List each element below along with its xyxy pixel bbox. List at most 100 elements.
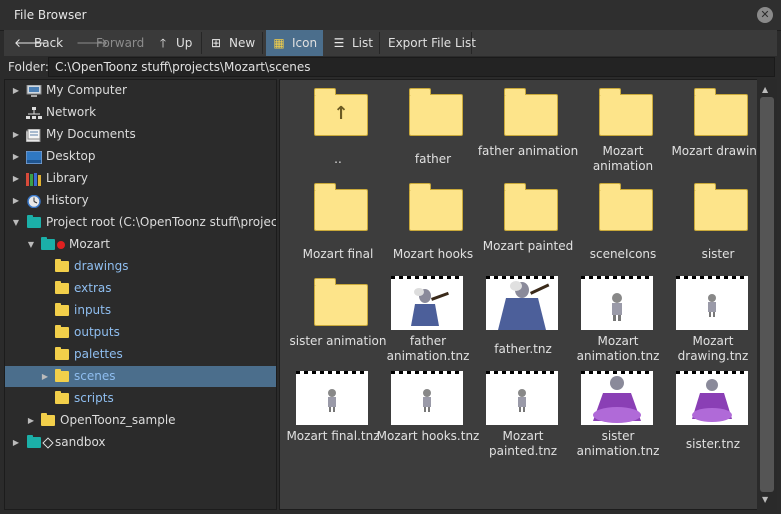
- tree-item-sandbox[interactable]: ▶ sandbox: [5, 432, 276, 453]
- expand-arrow-icon[interactable]: ▶: [11, 432, 21, 453]
- list-icon: ☰: [333, 36, 345, 50]
- folder-icon: [314, 183, 368, 231]
- item-scene-file[interactable]: father.tnz: [469, 272, 564, 367]
- folder-icon: [599, 88, 653, 136]
- tree-item-project-root[interactable]: ▼ Project root (C:\OpenToonz stuff\proje…: [5, 212, 276, 233]
- network-icon: [26, 106, 42, 119]
- tree-item-my-computer[interactable]: ▶ My Computer: [5, 80, 276, 101]
- tree-item-my-documents[interactable]: ▶ My Documents: [5, 124, 276, 145]
- film-strip-icon: [676, 371, 748, 374]
- close-icon[interactable]: ✕: [757, 7, 773, 23]
- scrollbar-thumb[interactable]: [760, 97, 774, 492]
- desktop-icon: [25, 150, 43, 165]
- item-folder[interactable]: father: [381, 82, 476, 177]
- scene-thumbnail: [486, 276, 558, 330]
- library-icon: [26, 172, 42, 186]
- scene-thumbnail: [581, 276, 653, 330]
- computer-icon: [26, 84, 42, 97]
- item-folder[interactable]: sister animation: [286, 272, 387, 367]
- item-scene-file[interactable]: sister animation.tnz: [564, 367, 659, 462]
- scene-thumbnail: [676, 371, 748, 425]
- item-folder[interactable]: father animation: [476, 82, 578, 177]
- item-scene-file[interactable]: sister.tnz: [659, 367, 754, 462]
- folder-icon: [55, 391, 69, 404]
- tree-item-extras[interactable]: extras: [5, 278, 276, 299]
- folder-icon: [55, 369, 69, 382]
- film-strip-icon: [581, 371, 653, 374]
- scroll-down-icon[interactable]: ▼: [762, 495, 768, 504]
- item-scene-file[interactable]: Mozart painted.tnz: [469, 367, 564, 462]
- folder-up-icon: ↑: [314, 88, 368, 136]
- toolbar-separator: [379, 32, 380, 54]
- icon-view-button[interactable]: ▦ Icon: [266, 30, 324, 56]
- item-folder[interactable]: Mozart final: [286, 177, 381, 272]
- tree-item-outputs[interactable]: outputs: [5, 322, 276, 343]
- folder-label: Folder:: [8, 60, 49, 74]
- folder-path-field[interactable]: C:\OpenToonz stuff\projects\Mozart\scene…: [48, 57, 775, 77]
- film-strip-icon: [296, 371, 368, 374]
- film-strip-icon: [391, 276, 463, 279]
- scroll-up-icon[interactable]: ▲: [762, 85, 768, 94]
- item-folder[interactable]: sceneIcons: [571, 177, 666, 272]
- up-button[interactable]: 🡑 Up: [156, 30, 193, 56]
- tree-item-desktop[interactable]: ▶ Desktop: [5, 146, 276, 167]
- folder-icon: [55, 303, 69, 316]
- list-view-button[interactable]: ☰ List: [332, 30, 373, 56]
- film-strip-icon: [676, 276, 748, 279]
- back-button[interactable]: 🡐Back: [14, 30, 63, 56]
- toolbar-separator: [262, 32, 263, 54]
- tree-item-drawings[interactable]: drawings: [5, 256, 276, 277]
- tree-item-mozart[interactable]: ▼ Mozart: [5, 234, 276, 255]
- expand-arrow-icon[interactable]: ▶: [11, 124, 21, 145]
- project-folder-icon: [27, 435, 41, 448]
- folder-icon: [409, 183, 463, 231]
- forward-button[interactable]: 🡒Forward: [76, 30, 144, 56]
- folder-icon: [409, 88, 463, 136]
- scene-thumbnail: [296, 371, 368, 425]
- tree-item-scripts[interactable]: scripts: [5, 388, 276, 409]
- collapse-arrow-icon[interactable]: ▼: [11, 212, 21, 233]
- documents-icon: [25, 128, 42, 143]
- project-root-icon: [27, 215, 41, 228]
- scene-thumbnail: [486, 371, 558, 425]
- tree-item-scenes[interactable]: ▶ scenes: [5, 366, 276, 387]
- new-folder-icon: ⊞: [210, 36, 222, 50]
- item-scene-file[interactable]: Mozart final.tnz: [280, 367, 380, 462]
- folder-icon: [55, 347, 69, 360]
- tree-item-library[interactable]: ▶ Library: [5, 168, 276, 189]
- item-scene-file[interactable]: Mozart animation.tnz: [564, 272, 659, 367]
- scene-thumbnail: [676, 276, 748, 330]
- item-scene-file[interactable]: Mozart hooks.tnz: [374, 367, 479, 462]
- item-scene-file[interactable]: Mozart drawing.tnz: [659, 272, 754, 367]
- film-strip-icon: [486, 371, 558, 374]
- item-scene-file[interactable]: father animation.tnz: [374, 272, 469, 367]
- collapse-arrow-icon[interactable]: ▼: [26, 234, 36, 255]
- export-file-list-button[interactable]: Export File List: [388, 30, 476, 56]
- expand-arrow-icon[interactable]: ▶: [11, 190, 21, 211]
- grid-icon: ▦: [273, 36, 285, 50]
- item-folder[interactable]: Mozart painted: [476, 177, 573, 272]
- expand-arrow-icon[interactable]: ▶: [26, 410, 36, 431]
- toolbar-separator: [471, 32, 472, 54]
- expand-arrow-icon[interactable]: ▶: [40, 366, 50, 387]
- folder-icon: [55, 325, 69, 338]
- item-folder[interactable]: Mozart animation: [571, 82, 666, 177]
- item-folder[interactable]: sister: [666, 177, 757, 272]
- folder-bar: Folder: C:\OpenToonz stuff\projects\Moza…: [4, 57, 777, 77]
- arrow-right-icon: 🡒: [76, 36, 109, 50]
- expand-arrow-icon[interactable]: ▶: [11, 80, 21, 101]
- tree-item-network[interactable]: Network: [5, 102, 276, 123]
- tree-item-palettes[interactable]: palettes: [5, 344, 276, 365]
- project-marker-icon: [42, 437, 54, 449]
- tree-item-inputs[interactable]: inputs: [5, 300, 276, 321]
- item-parent-folder[interactable]: ↑ ..: [286, 82, 381, 177]
- item-folder[interactable]: Mozart hooks: [381, 177, 476, 272]
- expand-arrow-icon[interactable]: ▶: [11, 168, 21, 189]
- item-folder[interactable]: Mozart drawing: [666, 82, 757, 177]
- tree-item-history[interactable]: ▶ History: [5, 190, 276, 211]
- tree-item-opentoonz-sample[interactable]: ▶ OpenToonz_sample: [5, 410, 276, 431]
- vertical-scrollbar[interactable]: ▲ ▼: [757, 79, 777, 510]
- new-folder-button[interactable]: ⊞ New: [209, 30, 255, 56]
- film-strip-icon: [581, 276, 653, 279]
- expand-arrow-icon[interactable]: ▶: [11, 146, 21, 167]
